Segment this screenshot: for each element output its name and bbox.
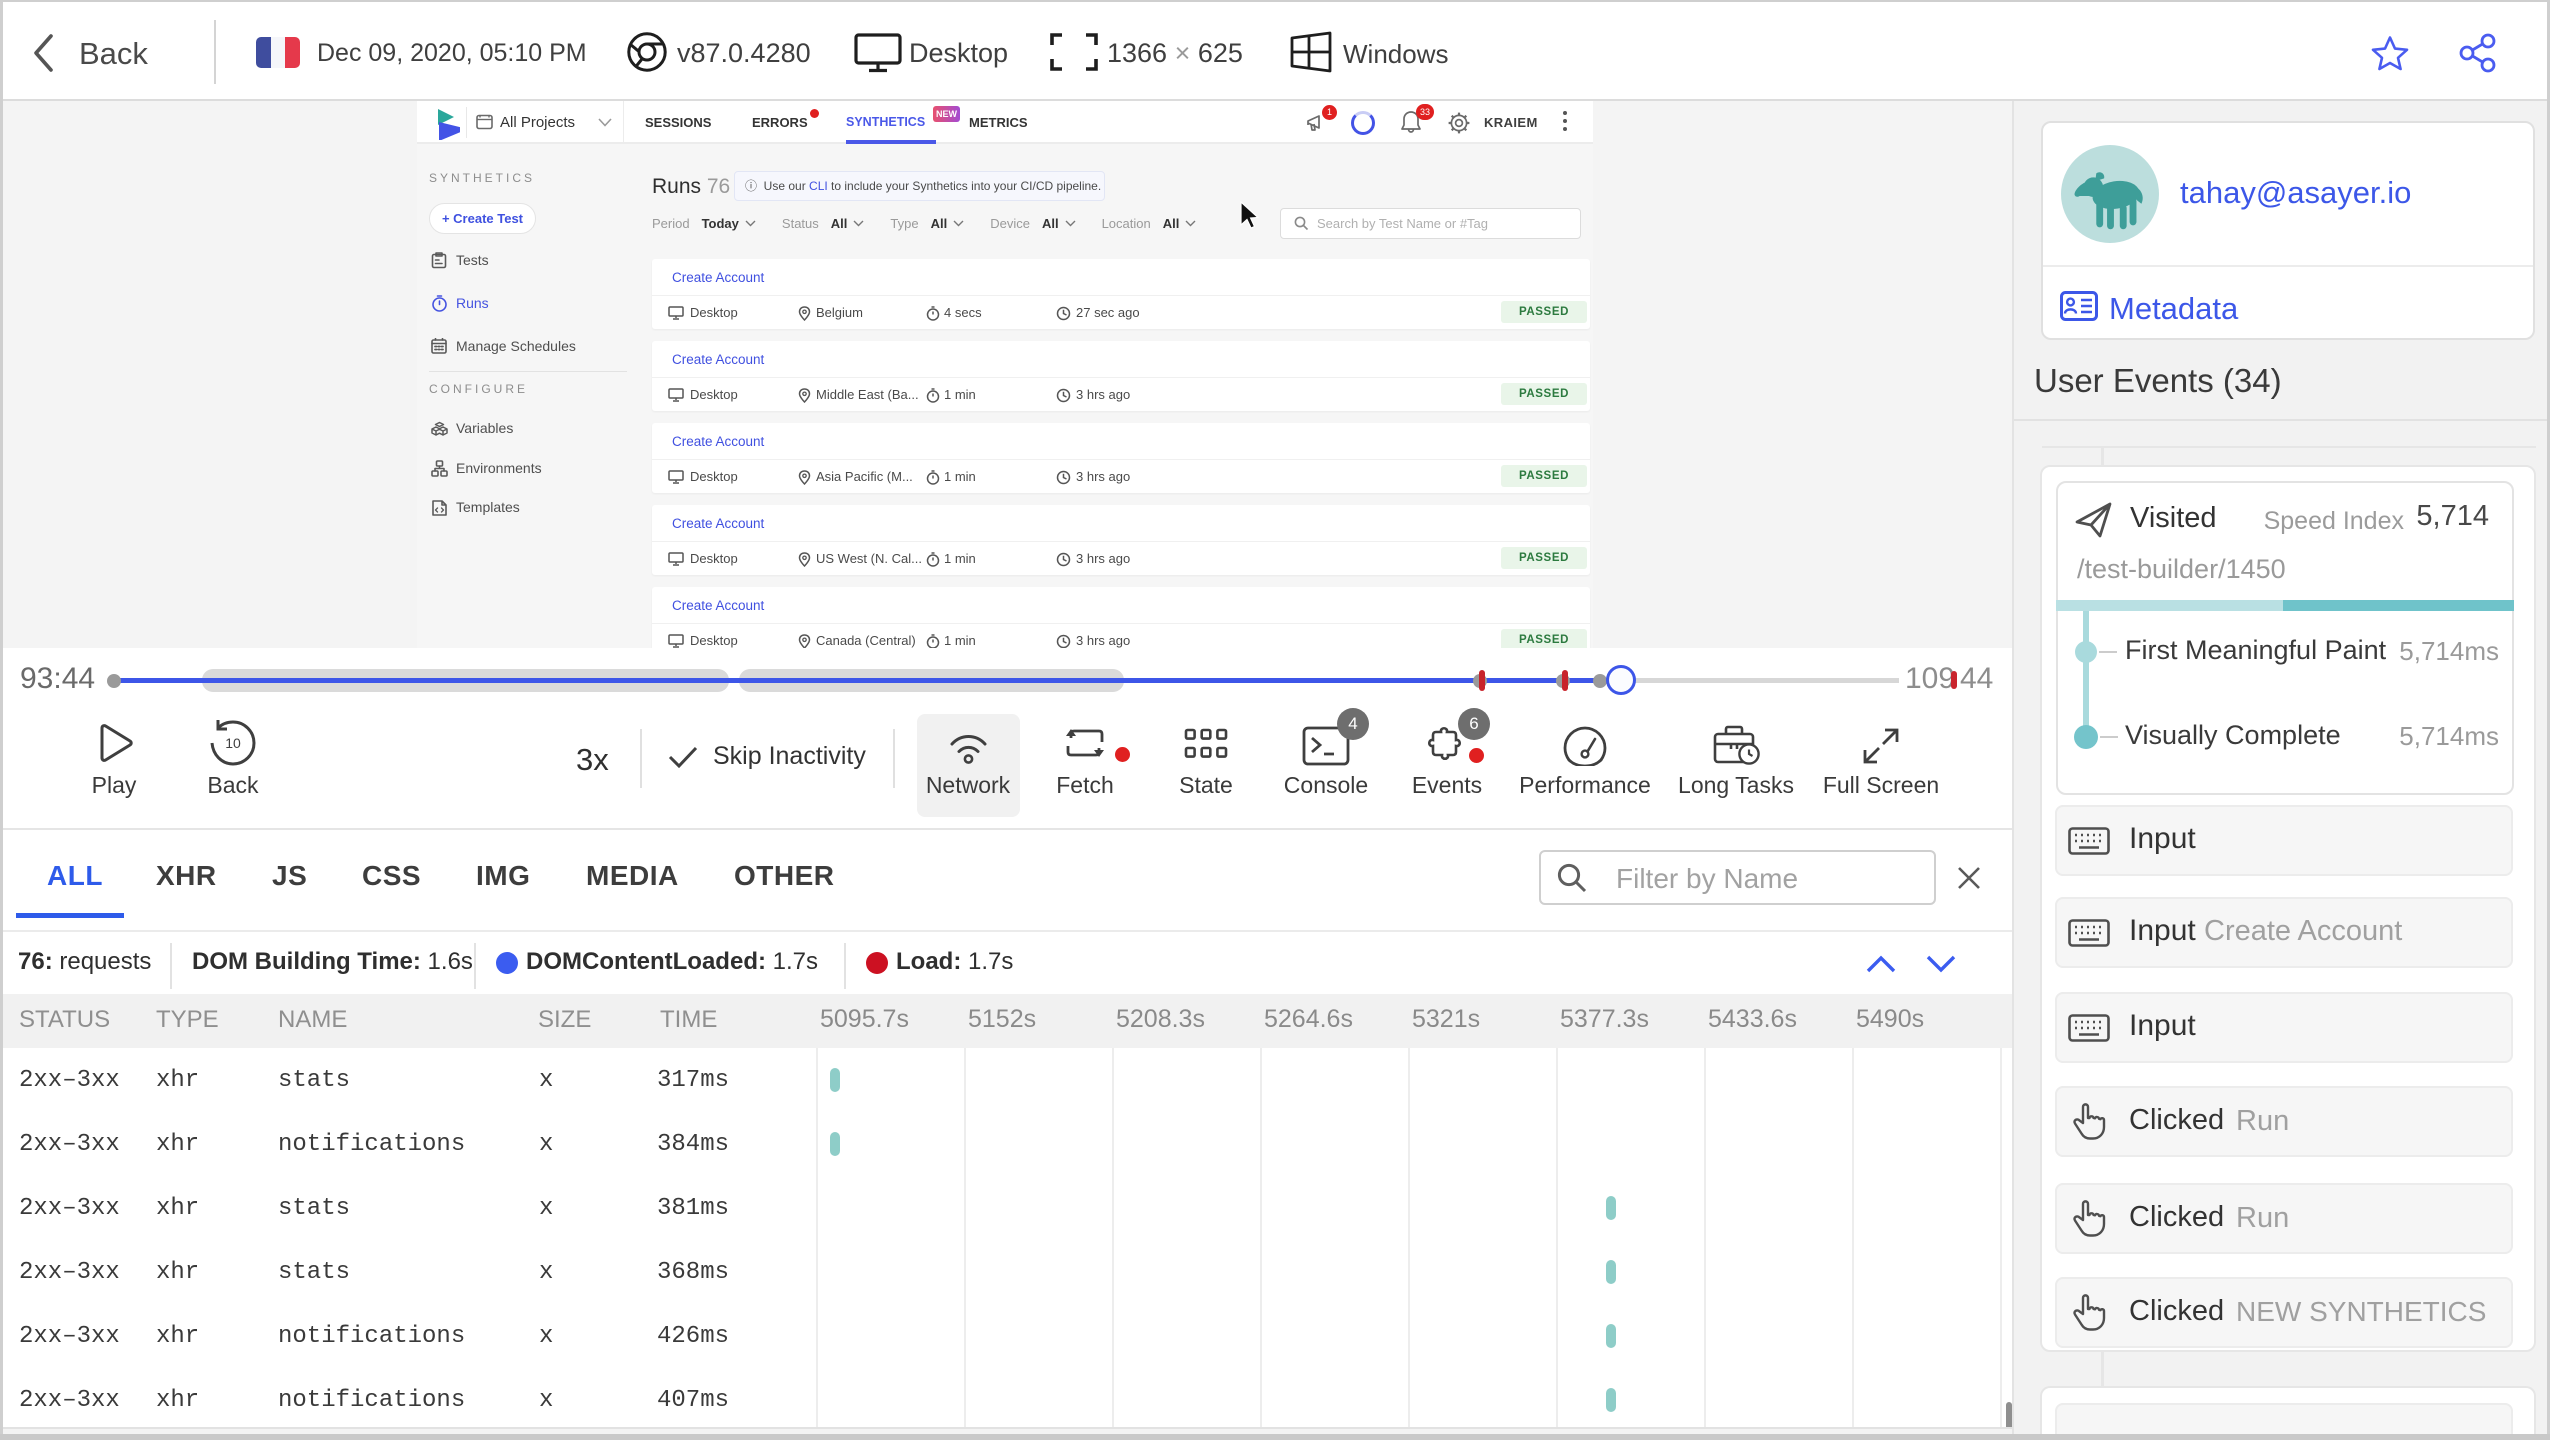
svg-text:10: 10 — [225, 735, 241, 751]
